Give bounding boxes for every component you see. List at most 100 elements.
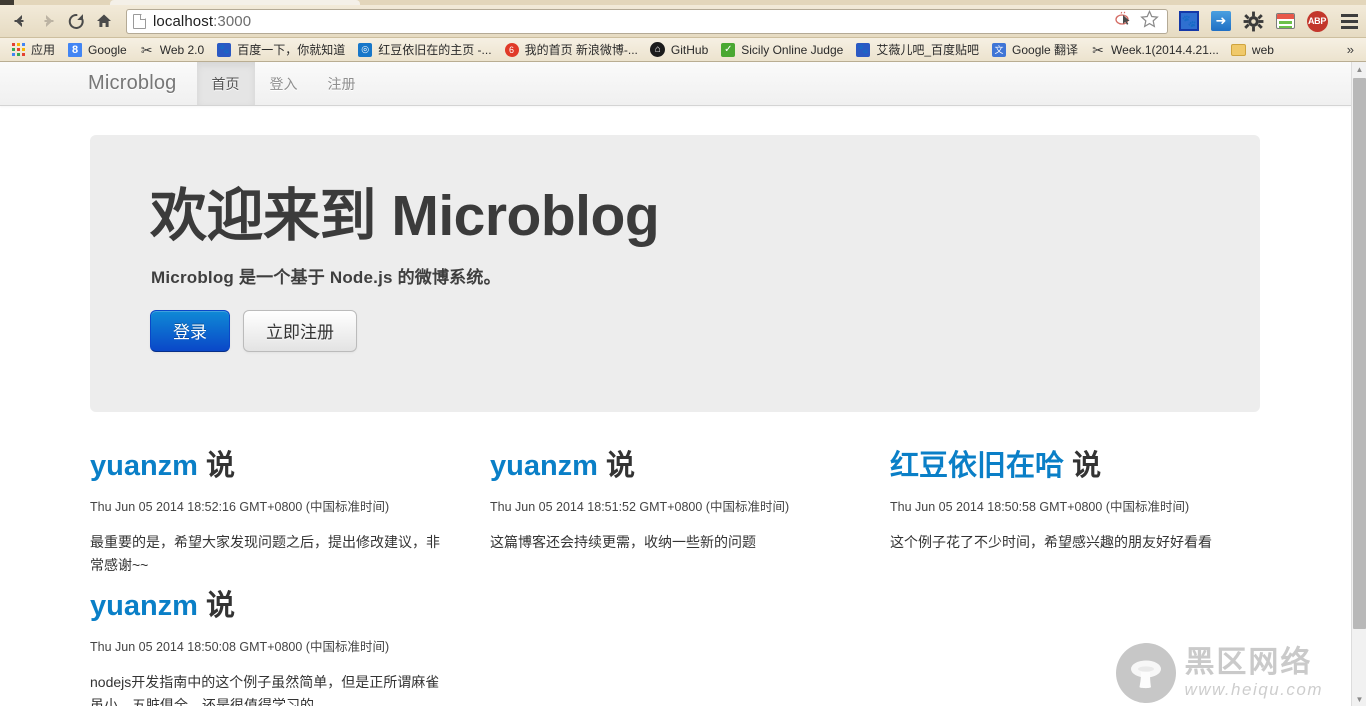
bookmark-apps[interactable]: 应用 bbox=[4, 40, 61, 60]
bookmark-label: 百度一下，你就知道 bbox=[237, 43, 346, 57]
page-document-icon bbox=[133, 13, 146, 29]
post-author-link[interactable]: yuanzm bbox=[90, 450, 198, 482]
bookmark-github[interactable]: ⌂ GitHub bbox=[644, 40, 714, 60]
bookmarks-bar: 应用 8 Google ✂ Web 2.0 🐾 百度一下，你就知道 ◎ 红豆依旧… bbox=[0, 38, 1366, 62]
url-port: :3000 bbox=[213, 12, 252, 30]
bookmark-sicily[interactable]: ✓ Sicily Online Judge bbox=[714, 40, 849, 60]
login-button[interactable]: 登录 bbox=[150, 309, 230, 352]
bookmark-week1[interactable]: ✂ Week.1(2014.4.21... bbox=[1084, 40, 1225, 60]
bookmark-label: web bbox=[1251, 42, 1274, 57]
bookmark-label: Google bbox=[88, 42, 127, 57]
home-icon[interactable] bbox=[90, 7, 118, 35]
baidu-paw-icon: 🐾 bbox=[216, 42, 232, 58]
baidu-paw-icon: 🐾 bbox=[855, 42, 871, 58]
post-says-label: 说 bbox=[1072, 450, 1102, 482]
post-timestamp: Thu Jun 05 2014 18:50:58 GMT+0800 (中国标准时… bbox=[890, 500, 1190, 515]
extension-icons: 🐾 ➜ ABP bbox=[1174, 10, 1360, 32]
register-now-button[interactable]: 立即注册 bbox=[243, 309, 357, 352]
google-translate-icon: 文 bbox=[991, 42, 1007, 58]
scissors-icon: ✂ bbox=[140, 41, 153, 58]
paw-extension-icon[interactable]: 🐾 bbox=[1178, 10, 1200, 32]
post-item: yuanzm 说 Thu Jun 05 2014 18:51:52 GMT+08… bbox=[490, 448, 860, 576]
tabstrip-corner bbox=[0, 0, 14, 5]
adblock-plus-icon[interactable]: ABP bbox=[1306, 10, 1328, 32]
post-body: 这个例子花了不少时间，希望感兴趣的朋友好好看看 bbox=[890, 534, 1212, 551]
bookmark-label: Week.1(2014.4.21... bbox=[1111, 42, 1219, 57]
post-author-link[interactable]: 红豆依旧在哈 bbox=[890, 450, 1064, 482]
post-heading: 红豆依旧在哈 说 bbox=[890, 448, 1250, 484]
scissors-icon: ✂ bbox=[1092, 41, 1104, 58]
apps-grid-icon bbox=[10, 42, 26, 58]
post-timestamp: Thu Jun 05 2014 18:51:52 GMT+0800 (中国标准时… bbox=[490, 500, 790, 515]
bookmarks-overflow-button[interactable]: » bbox=[1339, 42, 1362, 57]
bookmark-baidu[interactable]: 🐾 百度一下，你就知道 bbox=[210, 40, 351, 60]
bookmark-label: Sicily Online Judge bbox=[741, 42, 844, 57]
post-says-label: 说 bbox=[606, 450, 636, 482]
page-scrollbar[interactable]: ▲ ▼ bbox=[1351, 62, 1366, 706]
post-timestamp: Thu Jun 05 2014 18:52:16 GMT+0800 (中国标准时… bbox=[90, 500, 390, 515]
bookmark-label: Google 翻译 bbox=[1012, 43, 1079, 57]
bookmark-label: 艾薇儿吧_百度贴吧 bbox=[876, 43, 980, 57]
forward-arrow-icon bbox=[34, 7, 62, 35]
browser-chrome: localhost:3000 🐾 ➜ ABP 应用 8 Google ✂ Web… bbox=[0, 0, 1366, 62]
back-arrow-icon[interactable] bbox=[6, 7, 34, 35]
post-author-link[interactable]: yuanzm bbox=[90, 590, 198, 622]
post-heading: yuanzm 说 bbox=[90, 588, 450, 624]
site-navbar: Microblog 首页 登入 注册 bbox=[0, 62, 1351, 106]
google-icon: 8 bbox=[67, 42, 83, 58]
green-check-icon: ✓ bbox=[720, 42, 736, 58]
post-heading: yuanzm 说 bbox=[90, 448, 450, 484]
navbar-links: 首页 登入 注册 bbox=[196, 62, 371, 105]
hero-actions: 登录 立即注册 bbox=[150, 309, 1200, 352]
page-viewport: Microblog 首页 登入 注册 欢迎来到 Microblog Microb… bbox=[0, 62, 1366, 706]
bookmark-label: Web 2.0 bbox=[159, 42, 205, 57]
bookmark-label: 我的首页 新浪微博-... bbox=[524, 43, 638, 57]
nav-link-register[interactable]: 注册 bbox=[313, 62, 371, 105]
bookmark-label: GitHub bbox=[670, 42, 709, 57]
browser-tab[interactable] bbox=[110, 0, 360, 5]
url-host: localhost bbox=[153, 12, 214, 30]
hero-title: 欢迎来到 Microblog bbox=[150, 184, 660, 248]
post-author-link[interactable]: yuanzm bbox=[490, 450, 598, 482]
gear-icon[interactable] bbox=[1242, 10, 1264, 32]
folder-icon bbox=[1231, 42, 1247, 58]
site-brand[interactable]: Microblog bbox=[88, 62, 197, 105]
bookmark-weibo[interactable]: 6 我的首页 新浪微博-... bbox=[498, 40, 644, 60]
bookmark-google[interactable]: 8 Google bbox=[61, 40, 133, 60]
nav-link-login[interactable]: 登入 bbox=[255, 62, 313, 105]
post-item: yuanzm 说 Thu Jun 05 2014 18:50:08 GMT+08… bbox=[90, 588, 460, 706]
bookmark-hongdou[interactable]: ◎ 红豆依旧在的主页 -... bbox=[351, 40, 497, 60]
pointer-icon[interactable] bbox=[1115, 11, 1133, 32]
blue-site-icon: ◎ bbox=[357, 42, 373, 58]
bookmark-web-folder[interactable]: web bbox=[1225, 40, 1280, 60]
bookmark-label: 红豆依旧在的主页 -... bbox=[378, 43, 492, 57]
github-icon: ⌂ bbox=[650, 42, 666, 58]
scroll-down-arrow-icon[interactable]: ▼ bbox=[1352, 692, 1366, 706]
post-body: nodejs开发指南中的这个例子虽然简单，但是正所谓麻雀虽小，五脏俱全，还是很值… bbox=[90, 674, 440, 706]
url-text: localhost:3000 bbox=[153, 13, 251, 30]
scroll-up-arrow-icon[interactable]: ▲ bbox=[1352, 62, 1366, 77]
bookmark-label: 应用 bbox=[31, 43, 56, 57]
posts-grid: yuanzm 说 Thu Jun 05 2014 18:52:16 GMT+08… bbox=[90, 448, 1260, 706]
weibo-icon: 6 bbox=[504, 42, 520, 58]
post-says-label: 说 bbox=[206, 450, 236, 482]
bookmark-tieba[interactable]: 🐾 艾薇儿吧_百度贴吧 bbox=[849, 40, 985, 60]
post-body: 最重要的是，希望大家发现问题之后，提出修改建议，非常感谢~~ bbox=[90, 534, 440, 573]
scrollbar-thumb[interactable] bbox=[1353, 78, 1366, 629]
notes-extension-icon[interactable] bbox=[1274, 10, 1296, 32]
chrome-menu-icon[interactable] bbox=[1338, 10, 1360, 32]
nav-link-home[interactable]: 首页 bbox=[196, 62, 255, 105]
bookmark-google-translate[interactable]: 文 Google 翻译 bbox=[985, 40, 1084, 60]
browser-toolbar: localhost:3000 🐾 ➜ ABP bbox=[0, 5, 1366, 38]
post-item: 红豆依旧在哈 说 Thu Jun 05 2014 18:50:58 GMT+08… bbox=[890, 448, 1260, 576]
post-heading: yuanzm 说 bbox=[490, 448, 850, 484]
post-body: 这篇博客还会持续更需，收纳一些新的问题 bbox=[490, 534, 756, 551]
reload-icon[interactable] bbox=[62, 7, 90, 35]
hero-jumbotron: 欢迎来到 Microblog Microblog 是一个基于 Node.js 的… bbox=[90, 135, 1260, 412]
blue-arrow-extension-icon[interactable]: ➜ bbox=[1210, 10, 1232, 32]
bookmark-web20[interactable]: ✂ Web 2.0 bbox=[133, 40, 210, 60]
hero-subtitle: Microblog 是一个基于 Node.js 的微博系统。 bbox=[151, 267, 501, 287]
address-bar[interactable]: localhost:3000 bbox=[126, 8, 1168, 34]
post-timestamp: Thu Jun 05 2014 18:50:08 GMT+0800 (中国标准时… bbox=[90, 640, 390, 655]
star-icon[interactable] bbox=[1140, 9, 1159, 33]
